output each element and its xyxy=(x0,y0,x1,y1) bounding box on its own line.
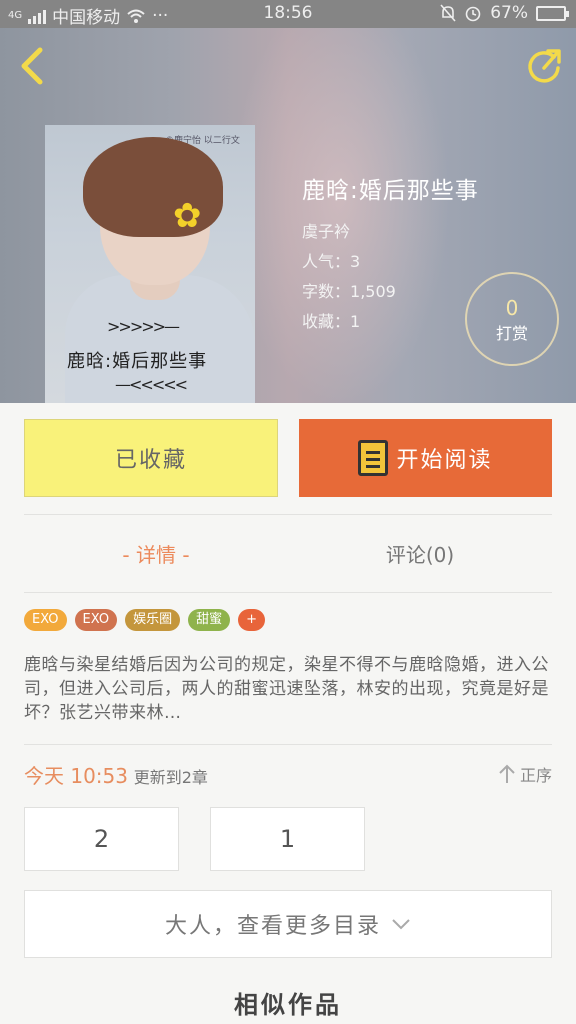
alarm-icon xyxy=(465,6,481,22)
popularity-line: 人气：3 xyxy=(302,247,479,277)
word-count-label: 字数： xyxy=(302,282,351,301)
sort-label: 正序 xyxy=(519,766,552,785)
status-right: 67% xyxy=(440,3,569,23)
book-header: ©鹿宁怡 以二行文 ✿ >>>>>— 鹿晗:婚后那些事 —<<<<< 鹿晗:婚后… xyxy=(0,28,576,403)
cover-branch-top: >>>>>— xyxy=(107,317,180,336)
tab-detail[interactable]: - 详情 - xyxy=(24,530,288,576)
chapter-button[interactable]: 1 xyxy=(210,807,365,871)
book-title: 鹿晗:婚后那些事 xyxy=(302,178,479,204)
tip-count: 0 xyxy=(505,296,519,320)
status-bar: 4G 中国移动 ··· 18:56 67% xyxy=(0,0,576,28)
tag-chip[interactable]: 娱乐圈 xyxy=(125,609,181,631)
more-catalog-label: 大人，查看更多目录 xyxy=(164,914,381,939)
popularity-value: 3 xyxy=(350,252,361,271)
chevron-left-icon xyxy=(21,47,43,85)
cover-branch-bottom: —<<<<< xyxy=(115,375,188,394)
flower-icon: ✿ xyxy=(173,196,202,236)
back-button[interactable] xyxy=(14,46,50,86)
share-arrow-icon xyxy=(528,49,561,83)
popularity-label: 人气： xyxy=(302,252,351,271)
similar-works-title: 相似作品 xyxy=(234,991,342,1019)
tag-chip[interactable]: EXO xyxy=(24,609,67,631)
cover-title: 鹿晗:婚后那些事 xyxy=(67,351,208,372)
start-reading-button[interactable]: 开始阅读 xyxy=(299,419,552,497)
chevron-down-icon xyxy=(392,919,410,930)
chapter-button[interactable]: 2 xyxy=(24,807,179,871)
update-info: 今天 10:53 更新到2章 xyxy=(24,760,208,789)
share-button[interactable] xyxy=(524,46,564,86)
tab-comments[interactable]: 评论(0) xyxy=(288,530,552,576)
divider xyxy=(24,744,552,745)
battery-percent: 67% xyxy=(490,3,528,23)
update-time: 今天 10:53 xyxy=(24,764,128,788)
divider xyxy=(24,592,552,593)
tip-button[interactable]: 0 打赏 xyxy=(465,272,559,366)
more-catalog-button[interactable]: 大人，查看更多目录 xyxy=(24,890,552,958)
sort-button[interactable]: 正序 xyxy=(498,762,552,786)
favorites-line: 收藏：1 xyxy=(302,307,479,337)
add-tag-button[interactable]: + xyxy=(238,609,265,631)
word-count-line: 字数：1,509 xyxy=(302,277,479,307)
favorites-value: 1 xyxy=(350,312,361,331)
synopsis[interactable]: 鹿晗与染星结婚后因为公司的规定，染星不得不与鹿晗隐婚，进入公司，但进入公司后，两… xyxy=(24,653,552,725)
tip-label: 打赏 xyxy=(495,324,528,343)
update-text: 更新到2章 xyxy=(133,768,208,787)
favorited-button[interactable]: 已收藏 xyxy=(24,419,278,497)
mute-bell-icon xyxy=(440,4,456,22)
arrow-up-icon xyxy=(499,764,515,783)
divider xyxy=(24,514,552,515)
tag-chip[interactable]: EXO xyxy=(74,609,118,631)
book-author[interactable]: 虞子衿 xyxy=(302,217,479,247)
favorites-label: 收藏： xyxy=(302,312,351,331)
word-count-value: 1,509 xyxy=(350,282,396,301)
book-cover[interactable]: ©鹿宁怡 以二行文 ✿ >>>>>— 鹿晗:婚后那些事 —<<<<< xyxy=(45,125,255,403)
tag-chip[interactable]: 甜蜜 xyxy=(188,609,231,631)
tag-list: EXO EXO 娱乐圈 甜蜜 + xyxy=(24,609,265,631)
book-icon xyxy=(358,440,389,476)
book-info: 鹿晗:婚后那些事 虞子衿 人气：3 字数：1,509 收藏：1 xyxy=(302,171,479,337)
start-reading-label: 开始阅读 xyxy=(396,448,493,473)
battery-icon xyxy=(536,5,569,21)
